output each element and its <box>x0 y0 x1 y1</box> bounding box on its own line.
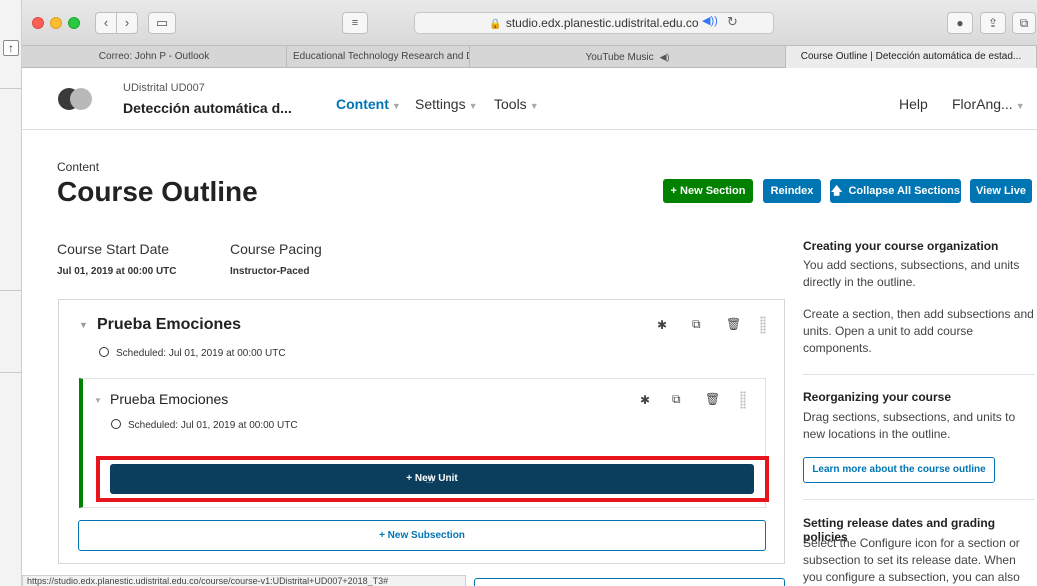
tab-course-outline[interactable]: Course Outline | Detección automática de… <box>786 46 1037 68</box>
schedule-text: Scheduled: Jul 01, 2019 at 00:00 UTC <box>128 420 298 431</box>
reader-button[interactable]: ≡ <box>342 12 368 34</box>
window-zoom-button[interactable] <box>68 17 80 29</box>
learn-more-button[interactable]: Learn more about the course outline <box>803 457 995 483</box>
sidebar-icon: ▭ <box>155 15 169 30</box>
left-gutter: ↑ <box>0 0 22 586</box>
nav-tools[interactable]: Tools ▼ <box>494 96 539 112</box>
upload-arrow-icon[interactable]: ↑ <box>3 40 19 56</box>
section-schedule: Scheduled: Jul 01, 2019 at 00:00 UTC <box>99 347 286 359</box>
caret-down-icon: ▼ <box>468 101 478 111</box>
caret-down-icon: ▼ <box>391 101 401 111</box>
extension-button[interactable]: ● <box>947 12 973 34</box>
help-text: Drag sections, subsections, and units to… <box>803 410 1016 441</box>
caret-down-icon: ▼ <box>1015 101 1025 111</box>
tab-label: YouTube Music <box>585 52 654 63</box>
reindex-button[interactable]: Reindex <box>763 179 821 203</box>
nav-user-menu[interactable]: FlorAng... ▼ <box>952 96 1025 112</box>
pacing-label: Course Pacing <box>230 241 322 257</box>
duplicate-icon[interactable]: ⧉ <box>692 317 701 332</box>
circle-icon: ● <box>956 16 964 30</box>
trash-icon[interactable]: 🗑 <box>726 317 741 331</box>
tab-youtube-music[interactable]: YouTube Music ◀) <box>470 46 786 68</box>
reload-icon[interactable]: ↻ <box>727 14 738 30</box>
tab-etrd[interactable]: Educational Technology Research and Deve… <box>287 46 470 68</box>
new-section-button[interactable]: + New Section <box>663 179 753 203</box>
drag-handle-icon[interactable] <box>740 391 746 409</box>
forward-button[interactable]: › <box>116 12 138 34</box>
help-heading-organization: Creating your course organization <box>803 239 999 253</box>
nav-label: Tools <box>494 96 527 112</box>
help-heading-reorganizing: Reorganizing your course <box>803 390 952 404</box>
tab-label: Correo: John P - Outlook <box>98 51 210 62</box>
new-section-bottom-button[interactable] <box>474 578 785 586</box>
browser-toolbar: ‹ › ▭ ≡ 🔒 studio.edx.planestic.udistrital… <box>22 0 1037 46</box>
trash-icon[interactable]: 🗑 <box>705 392 720 406</box>
course-org: UDistrital UD007 <box>123 82 205 94</box>
pacing-value[interactable]: Instructor-Paced <box>230 266 309 277</box>
tab-label: Educational Technology Research and Deve… <box>293 51 469 62</box>
tab-label: Course Outline | Detección automática de… <box>800 51 1022 62</box>
schedule-text: Scheduled: Jul 01, 2019 at 00:00 UTC <box>116 348 286 359</box>
collapse-all-button[interactable]: 🡅 Collapse All Sections <box>830 179 961 203</box>
page-title: Course Outline <box>57 176 258 207</box>
start-date-value[interactable]: Jul 01, 2019 at 00:00 UTC <box>57 266 177 277</box>
section-title[interactable]: Prueba Emociones <box>97 316 241 334</box>
nav-content[interactable]: Content ▼ <box>336 96 401 112</box>
gear-icon[interactable]: ✱ <box>657 318 667 332</box>
help-text: Create a section, then add subsections a… <box>803 307 1034 355</box>
duplicate-icon[interactable]: ⧉ <box>672 392 681 407</box>
nav-settings[interactable]: Settings ▼ <box>415 96 478 112</box>
new-subsection-button[interactable]: + New Subsection <box>78 520 766 551</box>
tab-strip: Correo: John P - Outlook Educational Tec… <box>22 46 1037 68</box>
chevron-right-icon: › <box>124 15 130 30</box>
lock-icon: 🔒 <box>489 19 502 30</box>
nav-label: Content <box>336 96 389 112</box>
tabs-icon: ⧉ <box>1019 16 1029 30</box>
lines-icon: ≡ <box>351 17 359 29</box>
studio-header: UDistrital UD007 Detección automática d.… <box>22 68 1037 130</box>
speaker-icon[interactable]: ◀) <box>660 52 670 62</box>
help-text: You add sections, subsections, and units… <box>803 258 1020 289</box>
arrow-up-icon: 🡅 <box>831 185 843 197</box>
url-text: studio.edx.planestic.udistrital.edu.co <box>505 16 699 30</box>
speaker-icon[interactable]: ◀)) <box>702 14 718 27</box>
gear-icon[interactable]: ✱ <box>640 393 650 407</box>
drag-handle-icon[interactable] <box>760 316 766 334</box>
divider <box>803 374 1035 375</box>
subsection-schedule: Scheduled: Jul 01, 2019 at 00:00 UTC <box>111 419 298 431</box>
pointer-cursor-icon: ☝ <box>426 472 434 486</box>
back-button[interactable]: ‹ <box>95 12 117 34</box>
clock-icon <box>99 347 109 357</box>
chevron-left-icon: ‹ <box>103 15 109 30</box>
share-button[interactable]: ⇪ <box>980 12 1006 34</box>
gutter-divider <box>0 88 22 89</box>
gutter-divider <box>0 290 22 291</box>
page-subtitle: Content <box>57 160 100 174</box>
help-text: Select the Configure icon for a section … <box>803 536 1020 584</box>
nav-label: Settings <box>415 96 466 112</box>
expand-toggle-icon[interactable]: ▼ <box>94 396 102 405</box>
tab-outlook[interactable]: Correo: John P - Outlook <box>22 46 287 68</box>
tabs-overview-button[interactable]: ⧉ <box>1012 12 1036 34</box>
clock-icon <box>111 419 121 429</box>
view-live-button[interactable]: View Live <box>970 179 1032 203</box>
divider <box>803 499 1035 500</box>
start-date-label: Course Start Date <box>57 241 170 257</box>
share-icon: ⇪ <box>987 16 999 30</box>
course-title[interactable]: Detección automática d... <box>123 100 292 116</box>
window-close-button[interactable] <box>32 17 44 29</box>
window-minimize-button[interactable] <box>50 17 62 29</box>
expand-toggle-icon[interactable]: ▼ <box>79 320 88 330</box>
status-bar-url: https://studio.edx.planestic.udistrital.… <box>22 575 466 586</box>
subsection-title[interactable]: Prueba Emociones <box>110 391 228 407</box>
address-bar[interactable]: 🔒 studio.edx.planestic.udistrital.edu.co <box>414 12 774 34</box>
edx-logo[interactable] <box>58 88 94 110</box>
caret-down-icon: ▼ <box>529 101 539 111</box>
collapse-all-label: Collapse All Sections <box>848 185 960 197</box>
gutter-divider <box>0 372 22 373</box>
nav-help[interactable]: Help <box>899 96 928 112</box>
user-name: FlorAng... <box>952 96 1013 112</box>
sidebar-toggle-button[interactable]: ▭ <box>148 12 176 34</box>
